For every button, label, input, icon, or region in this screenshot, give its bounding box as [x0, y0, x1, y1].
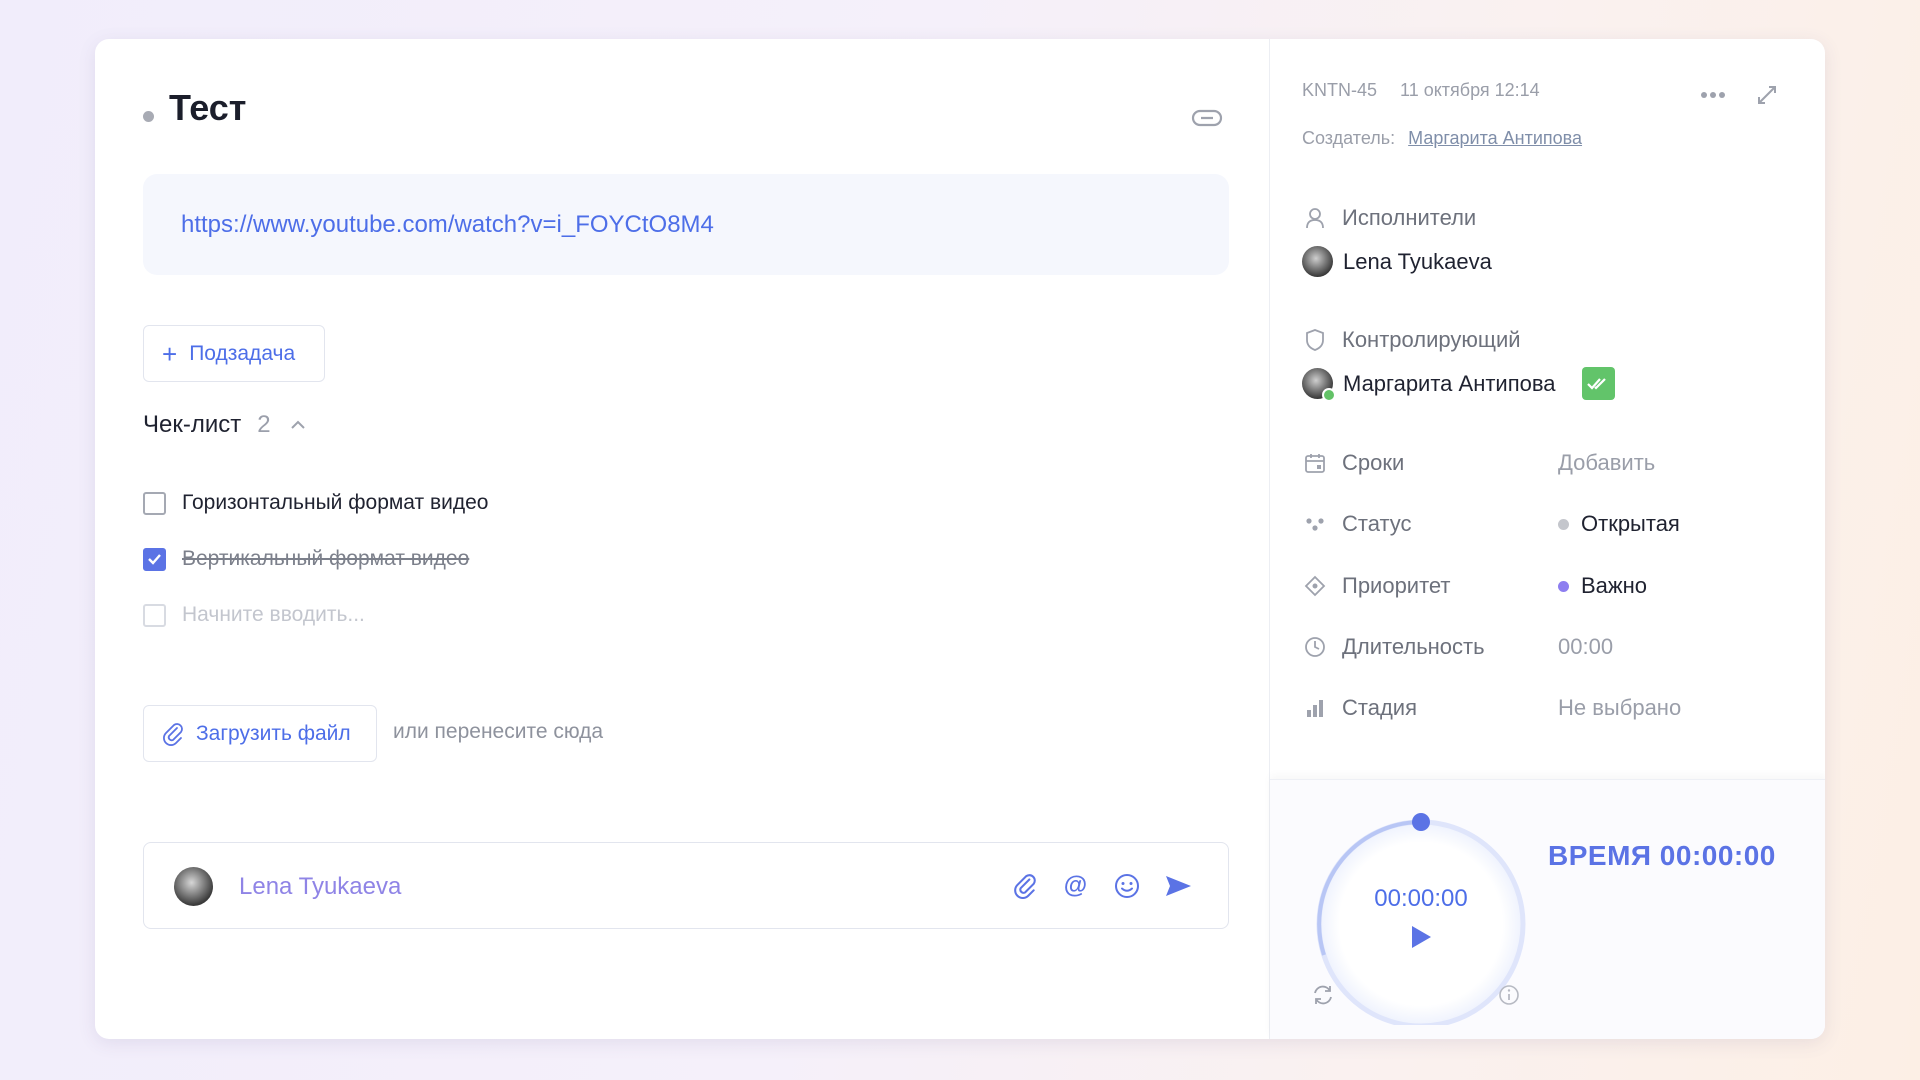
task-created-at: 11 октября 12:14 [1400, 80, 1540, 100]
task-title[interactable]: Тест [169, 87, 246, 129]
checklist-title: Чек-лист [143, 411, 242, 438]
assignees-label: Исполнители [1342, 205, 1477, 230]
duration-value[interactable]: 00:00 [1558, 634, 1613, 660]
avatar [174, 867, 213, 906]
approve-button[interactable] [1581, 367, 1615, 400]
checklist-checkbox[interactable] [143, 603, 166, 627]
checklist-new-item: Начните вводить... [143, 603, 365, 627]
reset-icon[interactable] [1310, 982, 1336, 1008]
calendar-icon [1302, 450, 1328, 476]
controller-section: Контролирующий [1302, 327, 1521, 353]
task-meta: KNTN-45 11 октября 12:14 [1302, 80, 1540, 101]
controller[interactable]: Маргарита Антипова [1302, 367, 1615, 402]
status-icon [1302, 511, 1328, 537]
comment-author: Lena Tyukaeva [239, 873, 402, 900]
checklist-item: Вертикальный формат видео [143, 547, 469, 571]
stage-value[interactable]: Не выбрано [1558, 695, 1681, 721]
assignees-section: Исполнители [1302, 205, 1476, 231]
link-icon[interactable] [1190, 101, 1224, 135]
plus-icon: + [162, 338, 178, 369]
info-icon[interactable] [1498, 984, 1520, 1006]
stage-label: Стадия [1342, 695, 1417, 720]
priority-label: Приоритет [1342, 573, 1451, 598]
play-icon[interactable] [1404, 920, 1438, 954]
clock-icon [1302, 634, 1328, 660]
status-label: Статус [1342, 511, 1412, 536]
checklist-checkbox[interactable] [143, 491, 166, 515]
timer-handle [1412, 813, 1430, 831]
description-box[interactable]: https://www.youtube.com/watch?v=i_FOYCtO… [143, 174, 1229, 275]
timer-section: 00:00:00 ВРЕМЯ 00:00:00 [1270, 779, 1825, 1039]
upload-file-label: Загрузить файл [196, 721, 351, 745]
panel-actions [1696, 78, 1784, 112]
more-icon[interactable] [1696, 78, 1730, 112]
time-total-label: ВРЕМЯ 00:00:00 [1548, 840, 1776, 871]
task-id: KNTN-45 [1302, 80, 1378, 100]
add-subtask-label: Подзадача [189, 341, 296, 365]
user-icon [1302, 205, 1328, 231]
priority-dot [1558, 580, 1569, 592]
deadline-label: Сроки [1342, 450, 1405, 475]
creator-label: Создатель: [1302, 128, 1396, 148]
status-row[interactable]: Статус Открытая [1302, 511, 1802, 537]
comment-composer[interactable]: Lena Tyukaeva @ [143, 842, 1229, 929]
stage-row[interactable]: Стадия Не выбрано [1302, 695, 1802, 721]
duration-row[interactable]: Длительность 00:00 [1302, 634, 1802, 660]
status-value[interactable]: Открытая [1558, 511, 1680, 537]
assignee-name: Lena Tyukaeva [1343, 248, 1492, 274]
online-badge [1322, 388, 1336, 402]
priority-icon [1302, 573, 1328, 599]
status-dot [1558, 518, 1569, 530]
shield-icon [1302, 327, 1328, 353]
creator-link[interactable]: Маргарита Антипова [1408, 128, 1582, 148]
checklist-new-item-input[interactable]: Начните вводить... [182, 603, 365, 627]
avatar [1302, 246, 1333, 277]
controller-name: Маргарита Антипова [1343, 370, 1556, 396]
checklist-item-label[interactable]: Горизонтальный формат видео [182, 491, 488, 515]
checklist-count: 2 [257, 411, 271, 438]
status-value-text: Открытая [1581, 511, 1680, 536]
emoji-icon[interactable] [1110, 869, 1143, 902]
stage-icon [1302, 695, 1328, 721]
upload-file-button[interactable]: Загрузить файл [143, 705, 377, 762]
timer-display: 00:00:00 [1374, 885, 1468, 912]
priority-value-text: Важно [1581, 573, 1648, 598]
drop-hint: или перенесите сюда [393, 720, 604, 743]
send-icon[interactable] [1161, 869, 1194, 902]
task-main-panel: Тест https://www.youtube.com/watch?v=i_F… [95, 39, 1269, 1039]
priority-value[interactable]: Важно [1558, 573, 1647, 599]
at-icon[interactable]: @ [1059, 869, 1092, 902]
deadline-value[interactable]: Добавить [1558, 450, 1655, 476]
paperclip-icon [162, 722, 184, 746]
checklist-header[interactable]: Чек-лист 2 [143, 411, 309, 439]
checklist-item-label[interactable]: Вертикальный формат видео [182, 547, 469, 571]
duration-label: Длительность [1342, 634, 1485, 659]
deadline-row[interactable]: Сроки Добавить [1302, 450, 1802, 476]
checklist-item: Горизонтальный формат видео [143, 491, 488, 515]
expand-icon[interactable] [1750, 78, 1784, 112]
paperclip-icon[interactable] [1008, 869, 1041, 902]
creator-info: Создатель: Маргарита Антипова [1302, 128, 1582, 149]
check-icon [1587, 377, 1606, 390]
task-details-panel: KNTN-45 11 октября 12:14 Создатель: Марг… [1269, 39, 1825, 1039]
description-link[interactable]: https://www.youtube.com/watch?v=i_FOYCtO… [181, 211, 714, 239]
add-subtask-button[interactable]: + Подзадача [143, 325, 325, 382]
chevron-up-icon[interactable] [289, 415, 309, 435]
checklist-checkbox[interactable] [143, 547, 166, 571]
avatar [1302, 368, 1336, 402]
title-status-dot [143, 111, 154, 122]
check-icon [148, 554, 161, 565]
controller-label: Контролирующий [1342, 327, 1521, 352]
comment-actions: @ [1008, 869, 1194, 902]
priority-row[interactable]: Приоритет Важно [1302, 573, 1802, 599]
task-card: Тест https://www.youtube.com/watch?v=i_F… [95, 39, 1825, 1039]
assignee[interactable]: Lena Tyukaeva [1302, 246, 1492, 277]
